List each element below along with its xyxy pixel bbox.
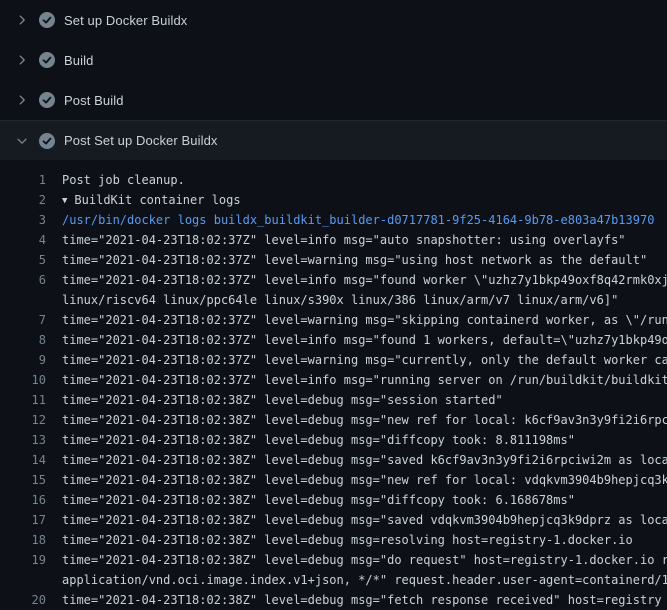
check-circle-icon <box>39 133 55 149</box>
log-line: 20 time="2021-04-23T18:02:38Z" level=deb… <box>0 590 667 610</box>
step-label: Post Set up Docker Buildx <box>64 133 218 148</box>
check-circle-icon <box>39 12 55 28</box>
line-text: linux/riscv64 linux/ppc64le linux/s390x … <box>46 290 618 310</box>
steps-list: Set up Docker Buildx Build P <box>0 0 667 160</box>
log-line: 16 time="2021-04-23T18:02:38Z" level=deb… <box>0 490 667 510</box>
step-label: Post Build <box>64 93 124 108</box>
line-number[interactable]: 17 <box>0 510 46 530</box>
log-line: 4 time="2021-04-23T18:02:37Z" level=info… <box>0 230 667 250</box>
line-number[interactable]: 5 <box>0 250 46 270</box>
line-number[interactable]: 20 <box>0 590 46 610</box>
line-number[interactable]: 11 <box>0 390 46 410</box>
line-number[interactable]: 4 <box>0 230 46 250</box>
check-circle-icon <box>39 52 55 68</box>
step-label: Set up Docker Buildx <box>64 13 187 28</box>
line-text: time="2021-04-23T18:02:38Z" level=debug … <box>46 390 503 410</box>
line-number[interactable]: 8 <box>0 330 46 350</box>
log-line: 19 time="2021-04-23T18:02:38Z" level=deb… <box>0 550 667 570</box>
line-text: time="2021-04-23T18:02:37Z" level=info m… <box>46 370 667 390</box>
log-line: 1 Post job cleanup. <box>0 170 667 190</box>
line-number[interactable]: 3 <box>0 210 46 230</box>
log-group-line[interactable]: 2 ▼BuildKit container logs <box>0 190 667 210</box>
line-number[interactable]: 2 <box>0 190 46 210</box>
chevron-down-icon[interactable] <box>14 134 30 148</box>
log-line: 9 time="2021-04-23T18:02:37Z" level=warn… <box>0 350 667 370</box>
line-number[interactable]: 9 <box>0 350 46 370</box>
line-text: time="2021-04-23T18:02:38Z" level=debug … <box>46 450 667 470</box>
chevron-right-icon[interactable] <box>14 93 30 107</box>
group-toggle-icon[interactable]: ▼ <box>62 191 67 211</box>
line-number[interactable]: 15 <box>0 470 46 490</box>
line-number[interactable]: 1 <box>0 170 46 190</box>
line-number[interactable]: 13 <box>0 430 46 450</box>
line-text: time="2021-04-23T18:02:37Z" level=warnin… <box>46 350 667 370</box>
line-text: time="2021-04-23T18:02:37Z" level=info m… <box>46 330 667 350</box>
log-line: 5 time="2021-04-23T18:02:37Z" level=warn… <box>0 250 667 270</box>
line-number[interactable] <box>0 290 46 310</box>
workflow-log-viewer: Set up Docker Buildx Build P <box>0 0 667 610</box>
log-lines: 1 Post job cleanup. 2 ▼BuildKit containe… <box>0 160 667 610</box>
step-header-post-set-up-docker-buildx[interactable]: Post Set up Docker Buildx <box>0 120 667 160</box>
log-line: 14 time="2021-04-23T18:02:38Z" level=deb… <box>0 450 667 470</box>
line-number[interactable]: 14 <box>0 450 46 470</box>
line-text: time="2021-04-23T18:02:38Z" level=debug … <box>46 470 667 490</box>
line-text: time="2021-04-23T18:02:38Z" level=debug … <box>46 530 633 550</box>
step-header-set-up-docker-buildx[interactable]: Set up Docker Buildx <box>0 0 667 40</box>
chevron-right-icon[interactable] <box>14 53 30 67</box>
line-number[interactable]: 19 <box>0 550 46 570</box>
line-text: time="2021-04-23T18:02:38Z" level=debug … <box>46 490 575 510</box>
log-line: 18 time="2021-04-23T18:02:38Z" level=deb… <box>0 530 667 550</box>
line-text: time="2021-04-23T18:02:38Z" level=debug … <box>46 510 667 530</box>
line-text: time="2021-04-23T18:02:38Z" level=debug … <box>46 550 667 570</box>
line-text: application/vnd.oci.image.index.v1+json,… <box>46 570 667 590</box>
line-text: time="2021-04-23T18:02:38Z" level=debug … <box>46 410 667 430</box>
line-number[interactable]: 10 <box>0 370 46 390</box>
step-header-post-build[interactable]: Post Build <box>0 80 667 120</box>
step-header-build[interactable]: Build <box>0 40 667 80</box>
log-line: 6 time="2021-04-23T18:02:37Z" level=info… <box>0 270 667 290</box>
line-text: ▼BuildKit container logs <box>46 190 241 210</box>
log-line: linux/riscv64 linux/ppc64le linux/s390x … <box>0 290 667 310</box>
log-line: 3 /usr/bin/docker logs buildx_buildkit_b… <box>0 210 667 230</box>
line-text: /usr/bin/docker logs buildx_buildkit_bui… <box>46 210 654 230</box>
log-line: 12 time="2021-04-23T18:02:38Z" level=deb… <box>0 410 667 430</box>
log-line: 17 time="2021-04-23T18:02:38Z" level=deb… <box>0 510 667 530</box>
log-line: 11 time="2021-04-23T18:02:38Z" level=deb… <box>0 390 667 410</box>
log-line: 8 time="2021-04-23T18:02:37Z" level=info… <box>0 330 667 350</box>
log-line: 15 time="2021-04-23T18:02:38Z" level=deb… <box>0 470 667 490</box>
line-text: time="2021-04-23T18:02:38Z" level=debug … <box>46 430 575 450</box>
check-circle-icon <box>39 92 55 108</box>
step-label: Build <box>64 53 93 68</box>
line-text: Post job cleanup. <box>46 170 185 190</box>
log-line: 10 time="2021-04-23T18:02:37Z" level=inf… <box>0 370 667 390</box>
log-line: application/vnd.oci.image.index.v1+json,… <box>0 570 667 590</box>
line-number[interactable]: 7 <box>0 310 46 330</box>
line-number[interactable]: 12 <box>0 410 46 430</box>
log-line: 7 time="2021-04-23T18:02:37Z" level=warn… <box>0 310 667 330</box>
line-number[interactable] <box>0 570 46 590</box>
line-number[interactable]: 6 <box>0 270 46 290</box>
line-text: time="2021-04-23T18:02:37Z" level=warnin… <box>46 250 647 270</box>
chevron-right-icon[interactable] <box>14 13 30 27</box>
line-text: time="2021-04-23T18:02:38Z" level=debug … <box>46 590 662 610</box>
line-text: time="2021-04-23T18:02:37Z" level=info m… <box>46 230 626 250</box>
line-text: time="2021-04-23T18:02:37Z" level=info m… <box>46 270 667 290</box>
line-number[interactable]: 18 <box>0 530 46 550</box>
line-number[interactable]: 16 <box>0 490 46 510</box>
line-text: time="2021-04-23T18:02:37Z" level=warnin… <box>46 310 667 330</box>
log-line: 13 time="2021-04-23T18:02:38Z" level=deb… <box>0 430 667 450</box>
